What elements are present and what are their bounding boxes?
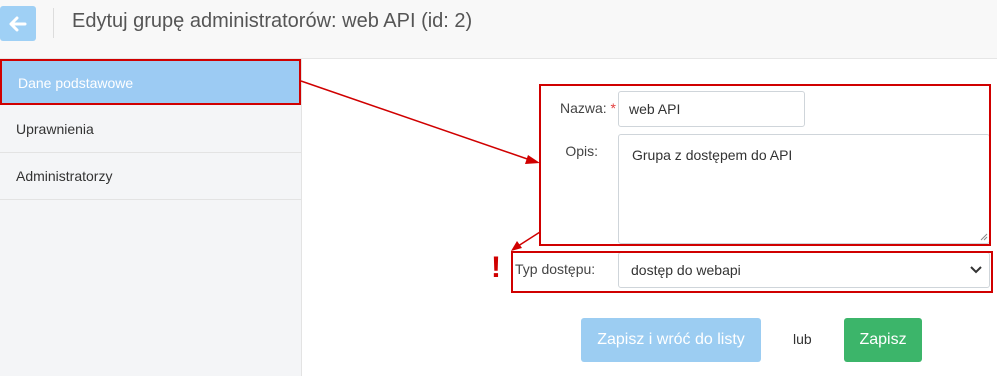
back-button[interactable]	[0, 6, 36, 41]
arrow-head-access	[511, 241, 522, 251]
or-text: lub	[793, 331, 812, 347]
page-title: Edytuj grupę administratorów: web API (i…	[72, 10, 473, 32]
arrow-line-sidebar	[300, 80, 537, 163]
name-input[interactable]	[618, 91, 805, 127]
access-type-label: Typ dostępu:	[515, 261, 596, 277]
arrow-line-access	[514, 231, 541, 249]
header-divider	[53, 8, 54, 38]
access-type-value: dostęp do webapi	[631, 262, 741, 278]
resize-handle-icon[interactable]	[980, 233, 988, 241]
required-mark: *	[610, 100, 616, 116]
sidebar: Dane podstawowe Uprawnienia Administrato…	[0, 59, 302, 376]
description-textarea[interactable]: Grupa z dostępem do API	[618, 134, 990, 244]
sidebar-item-dane-podstawowe[interactable]: Dane podstawowe	[0, 59, 301, 105]
save-and-back-button[interactable]: Zapisz i wróć do listy	[581, 318, 761, 362]
name-label: Nazwa: *	[546, 100, 616, 116]
desc-label: Opis:	[565, 143, 598, 159]
page-header: Edytuj grupę administratorów: web API (i…	[0, 0, 997, 59]
access-type-select[interactable]: dostęp do webapi	[618, 252, 990, 288]
sidebar-item-administratorzy[interactable]: Administratorzy	[0, 153, 301, 200]
sidebar-item-uprawnienia[interactable]: Uprawnienia	[0, 106, 301, 153]
exclamation-mark: !	[491, 251, 501, 284]
arrow-head-sidebar	[525, 155, 540, 164]
name-label-text: Nazwa:	[559, 100, 607, 116]
arrow-left-icon	[9, 16, 27, 31]
save-button[interactable]: Zapisz	[844, 318, 922, 362]
chevron-down-icon	[970, 266, 982, 274]
